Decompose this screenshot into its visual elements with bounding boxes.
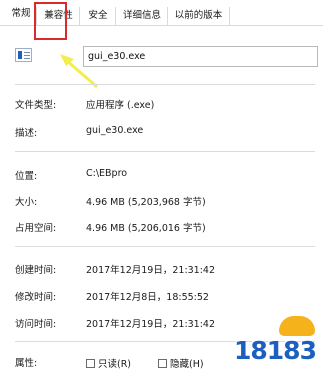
file-type-value: 应用程序 (.exe) bbox=[86, 100, 155, 111]
location-label: 位置: bbox=[15, 171, 38, 182]
size-value: 4.96 MB (5,203,968 字节) bbox=[86, 197, 206, 208]
logo-text: 18183 bbox=[234, 336, 317, 365]
separator bbox=[15, 84, 315, 85]
modified-value: 2017年12月8日，18:55:52 bbox=[86, 292, 209, 303]
size-on-disk-label: 占用空间: bbox=[15, 223, 57, 234]
description-value: gui_e30.exe bbox=[86, 125, 144, 136]
accessed-value: 2017年12月19日，21:31:42 bbox=[86, 319, 216, 330]
exe-file-icon bbox=[15, 48, 32, 62]
hidden-label[interactable]: 隐藏(H) bbox=[170, 356, 204, 370]
readonly-checkbox[interactable] bbox=[86, 359, 95, 368]
readonly-label[interactable]: 只读(R) bbox=[98, 356, 131, 370]
location-value: C:\EBpro bbox=[86, 168, 128, 179]
created-value: 2017年12月19日，21:31:42 bbox=[86, 265, 216, 276]
size-on-disk-value: 4.96 MB (5,206,016 字节) bbox=[86, 223, 206, 234]
accessed-label: 访问时间: bbox=[15, 319, 57, 330]
attributes-label: 属性: bbox=[15, 358, 38, 369]
hidden-checkbox[interactable] bbox=[158, 359, 167, 368]
watermark-logo: 18183 bbox=[234, 316, 321, 388]
created-label: 创建时间: bbox=[15, 265, 57, 276]
separator bbox=[15, 246, 315, 247]
logo-burst-shape bbox=[279, 316, 315, 336]
modified-label: 修改时间: bbox=[15, 292, 57, 303]
file-type-label: 文件类型: bbox=[15, 100, 57, 111]
separator bbox=[15, 151, 315, 152]
size-label: 大小: bbox=[15, 197, 38, 208]
file-name-input[interactable] bbox=[83, 46, 318, 67]
description-label: 描述: bbox=[15, 128, 38, 139]
